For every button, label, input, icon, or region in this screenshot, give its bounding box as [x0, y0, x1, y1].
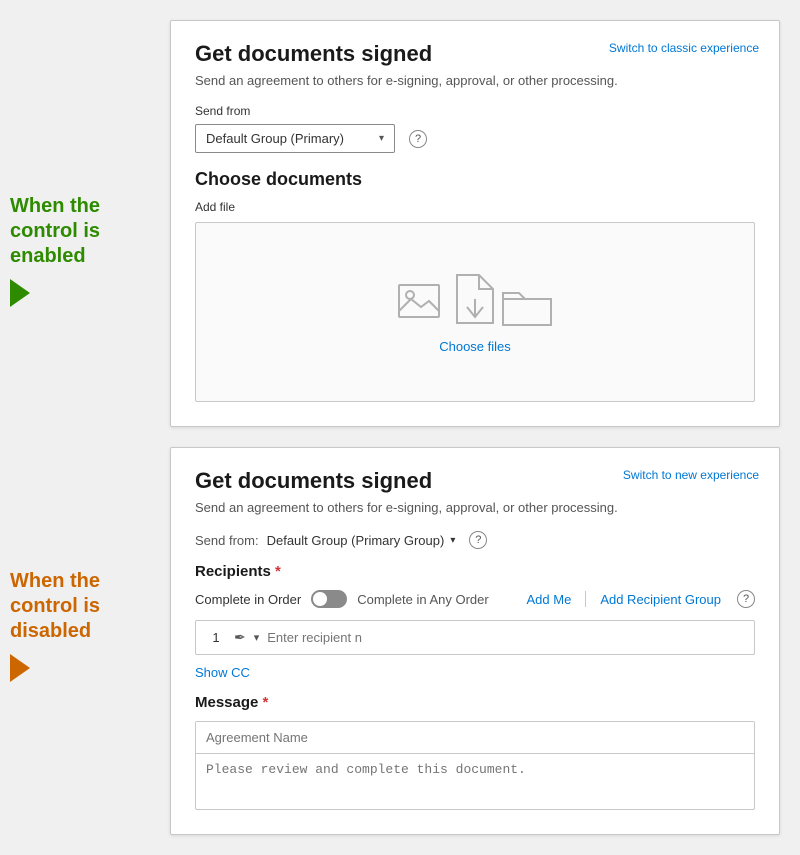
divider [585, 591, 586, 607]
file-icons [397, 271, 553, 327]
panel-disabled: Switch to new experience Get documents s… [170, 447, 780, 835]
complete-order-toggle[interactable] [311, 590, 347, 608]
panel1-subtitle: Send an agreement to others for e-signin… [195, 73, 755, 88]
enabled-label: When thecontrol isenabled [10, 194, 100, 269]
add-file-label: Add file [195, 200, 755, 214]
switch-classic-link[interactable]: Switch to classic experience [609, 41, 759, 55]
dropdown-arrow-icon: ▾ [450, 535, 455, 546]
send-from-value-2: Default Group (Primary Group) [267, 533, 445, 548]
message-label: Message * [195, 694, 755, 711]
send-from-dropdown-1[interactable]: Default Group (Primary) ▾ [195, 124, 395, 153]
any-order-label: Complete in Any Order [357, 592, 489, 607]
recipient-input[interactable] [267, 630, 744, 645]
recipient-row: 1 ✒ ▾ [195, 620, 755, 655]
help-icon-3[interactable]: ? [737, 590, 755, 608]
help-icon-1[interactable]: ? [409, 130, 427, 148]
send-from-label-2: Send from: [195, 533, 259, 548]
recipient-type-chevron[interactable]: ▾ [254, 631, 260, 644]
complete-order-row: Complete in Order Complete in Any Order … [195, 590, 755, 608]
pen-icon: ✒ [234, 629, 246, 646]
left-labels: When thecontrol isenabled When thecontro… [0, 0, 160, 855]
message-box [195, 721, 755, 810]
panel2-subtitle: Send an agreement to others for e-signin… [195, 500, 755, 515]
disabled-arrow [10, 654, 30, 682]
enabled-label-container: When thecontrol isenabled [0, 30, 160, 410]
add-recipient-group-link[interactable]: Add Recipient Group [600, 592, 721, 607]
chevron-down-icon: ▾ [379, 133, 384, 144]
message-body-input[interactable] [196, 754, 754, 804]
folder-icon [501, 283, 553, 327]
add-me-link[interactable]: Add Me [527, 592, 572, 607]
image-icon [397, 283, 449, 327]
right-panels: Switch to classic experience Get documen… [160, 0, 800, 855]
agreement-name-input[interactable] [196, 722, 754, 754]
disabled-label-container: When thecontrol isdisabled [0, 410, 160, 780]
choose-files-link[interactable]: Choose files [439, 339, 511, 354]
file-drop-zone[interactable]: Choose files [195, 222, 755, 402]
send-from-value-1: Default Group (Primary) [206, 131, 344, 146]
required-star: * [275, 563, 281, 580]
help-icon-2[interactable]: ? [469, 531, 487, 549]
recipients-label: Recipients * [195, 563, 755, 580]
disabled-label: When thecontrol isdisabled [10, 569, 100, 644]
show-cc-link[interactable]: Show CC [195, 665, 755, 680]
switch-new-link[interactable]: Switch to new experience [623, 468, 759, 482]
enabled-arrow [10, 279, 30, 307]
message-required-star: * [263, 694, 269, 711]
panel-enabled: Switch to classic experience Get documen… [170, 20, 780, 427]
recipient-num: 1 [206, 630, 226, 645]
send-from-dropdown-2[interactable]: Default Group (Primary Group) ▾ [267, 533, 456, 548]
send-from-label-1: Send from [195, 104, 755, 118]
upload-icon [453, 271, 497, 327]
send-from-row-2: Send from: Default Group (Primary Group)… [195, 531, 755, 549]
choose-docs-title: Choose documents [195, 169, 755, 190]
complete-order-label: Complete in Order [195, 592, 301, 607]
